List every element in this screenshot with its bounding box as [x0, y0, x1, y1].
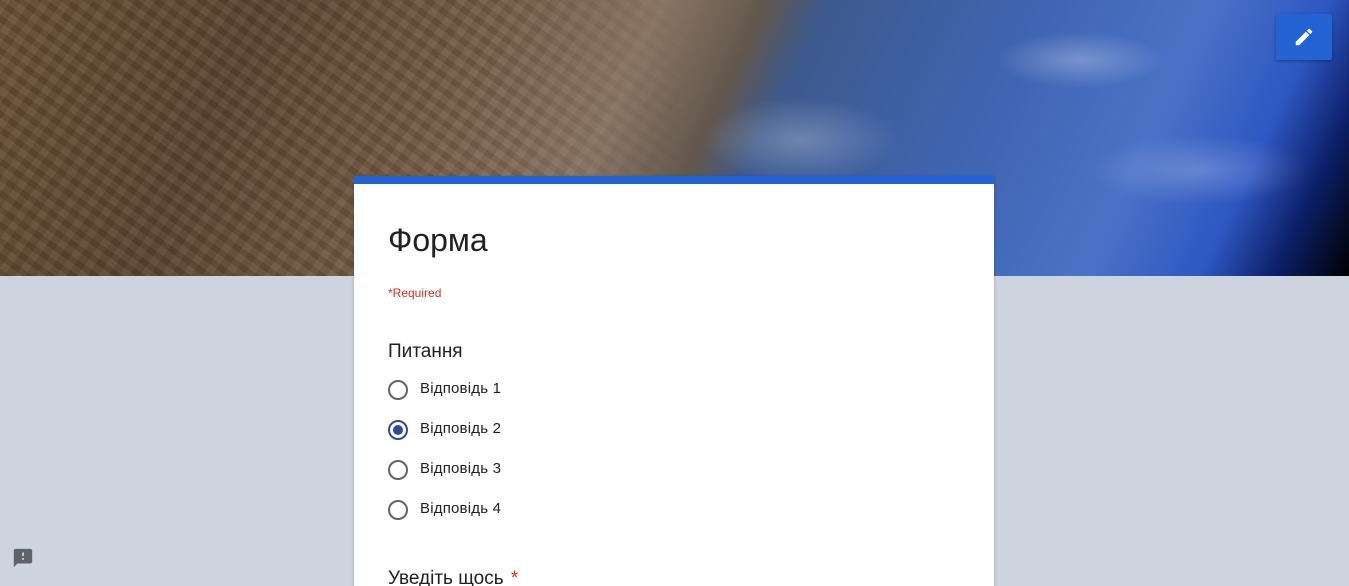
form-title: Форма	[388, 222, 488, 258]
radio-button[interactable]	[388, 460, 408, 480]
radio-button[interactable]	[388, 380, 408, 400]
feedback-icon[interactable]	[12, 547, 34, 569]
report-problem-icon	[13, 548, 33, 568]
edit-button[interactable]	[1276, 14, 1332, 60]
radio-option-label: Відповідь 2	[420, 420, 502, 437]
question-title-required: Уведіть щось *	[388, 568, 518, 586]
radio-group: Відповідь 1 Відповідь 2 Відповідь 3 Відп…	[388, 379, 501, 539]
question-title: Питання	[388, 341, 463, 362]
radio-option-4[interactable]: Відповідь 4	[388, 499, 501, 539]
pencil-icon	[1295, 28, 1313, 46]
radio-option-1[interactable]: Відповідь 1	[388, 379, 501, 419]
required-note: *Required	[388, 286, 442, 300]
radio-option-label: Відповідь 4	[420, 500, 502, 517]
radio-option-3[interactable]: Відповідь 3	[388, 459, 501, 499]
form-card: Форма *Required Питання Відповідь 1 Відп…	[354, 176, 994, 586]
required-asterisk: *	[510, 568, 519, 586]
radio-option-label: Відповідь 3	[420, 460, 502, 477]
radio-button-selected[interactable]	[388, 420, 408, 440]
radio-button[interactable]	[388, 500, 408, 520]
radio-option-2[interactable]: Відповідь 2	[388, 419, 501, 459]
radio-option-label: Відповідь 1	[420, 380, 502, 397]
form-page: Форма *Required Питання Відповідь 1 Відп…	[0, 0, 1349, 586]
question-title-text: Уведіть щось	[388, 568, 504, 586]
